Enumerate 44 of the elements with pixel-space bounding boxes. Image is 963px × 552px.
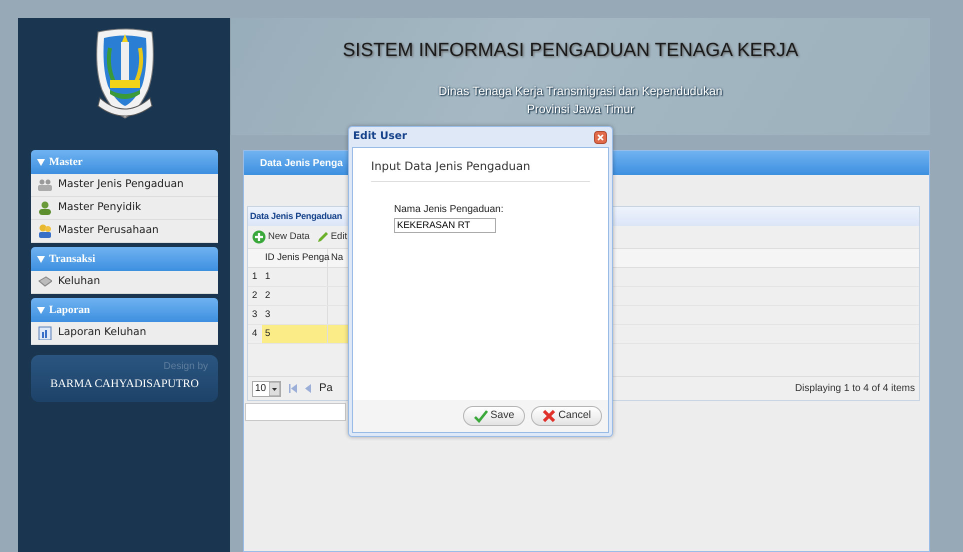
previous-page-icon[interactable] (305, 384, 312, 393)
coins-icon (38, 224, 52, 238)
dropdown-arrow-icon (269, 382, 280, 396)
paging-summary: Displaying 1 to 4 of 4 items (794, 382, 915, 396)
pencil-icon (316, 230, 329, 244)
form-heading: Input Data Jenis Pengaduan (371, 158, 590, 182)
sidebar-item[interactable]: Master Perusahaan (31, 220, 218, 243)
report-icon (38, 326, 52, 340)
sidebar-item[interactable]: Master Penyidik (31, 197, 218, 220)
dialog-title: Edit User (353, 129, 408, 144)
first-page-icon[interactable] (289, 384, 298, 393)
person-icon (38, 201, 52, 215)
close-icon[interactable] (594, 130, 607, 144)
page-label: Pa (319, 381, 333, 396)
collapse-arrow-icon[interactable] (37, 256, 45, 262)
collapse-arrow-icon[interactable] (37, 306, 45, 314)
checkmark-icon (474, 409, 488, 423)
input-field[interactable]: KEKERASAN RT (394, 218, 496, 234)
add-icon (252, 230, 266, 244)
dialog-button[interactable]: Save (463, 406, 526, 426)
cross-icon (542, 409, 556, 423)
people-icon (38, 178, 52, 192)
row-number: 3 (251, 308, 258, 322)
sidebar-item[interactable]: Laporan Keluhan (31, 322, 218, 345)
table-cell: 2 (262, 287, 328, 305)
table-cell: 1 (262, 268, 328, 286)
sidebar-item[interactable]: Master Jenis Pengaduan (31, 174, 218, 197)
page-size-select[interactable]: 10 (252, 380, 282, 396)
toolbar-button[interactable]: New Data (252, 230, 310, 244)
app-subtitle: Provinsi Jawa Timur (526, 100, 634, 118)
table-cell: 3 (262, 306, 328, 324)
row-number: 1 (251, 270, 258, 284)
row-number: 2 (251, 288, 258, 303)
collapse-arrow-icon[interactable] (37, 158, 45, 166)
table-cell: 5 (262, 325, 328, 343)
sidebar-item[interactable]: Keluhan (31, 271, 218, 294)
column-header[interactable]: ID Jenis Penga (262, 249, 328, 267)
designer-name: BARMA CAHYADISAPUTRO (50, 377, 199, 392)
input-field[interactable] (245, 403, 346, 421)
row-number: 4 (251, 326, 258, 341)
app-title: SISTEM INFORMASI PENGADUAN TENAGA KERJA (342, 39, 798, 63)
dialog-button[interactable]: Cancel (531, 406, 602, 426)
app-subtitle: Dinas Tenaga Kerja Transmigrasi dan Kependudukan (438, 82, 722, 100)
toolbar-button[interactable]: Edit (316, 230, 348, 244)
